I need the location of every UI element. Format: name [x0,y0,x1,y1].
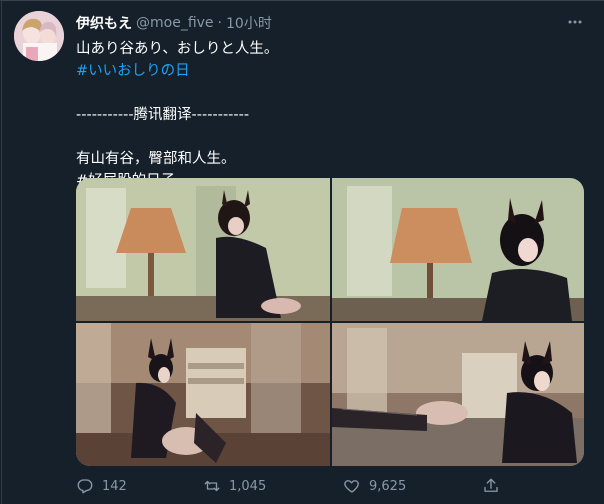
hashtag-link[interactable]: #いいおしりの日 [76,60,586,82]
retweet-button[interactable]: 1,045 [203,477,266,495]
media-photo-4[interactable] [332,323,584,466]
tweet-line: 山あり谷あり、おしりと人生。 [76,41,279,57]
media-photo-1[interactable] [76,178,330,321]
tweet-actions: 142 1,045 9,625 [76,475,506,497]
share-button[interactable] [482,477,500,495]
left-divider [1,0,2,504]
top-divider [0,0,604,1]
reply-icon [76,477,94,495]
author-display-name[interactable]: 伊织もえ [76,13,132,33]
more-options-icon[interactable] [566,15,584,29]
tweet-header: 伊织もえ @moe_five · 10小时 [76,12,272,34]
media-photo-3[interactable] [76,323,330,466]
avatar[interactable] [14,11,64,61]
reply-count: 142 [102,478,127,494]
tweet-line: 有山有谷，臀部和人生。 [76,151,236,167]
like-count: 9,625 [369,478,407,494]
tweet-timestamp[interactable]: 10小时 [226,13,272,33]
retweet-count: 1,045 [229,478,267,494]
heart-icon [343,477,361,495]
retweet-icon [203,477,221,495]
reply-button[interactable]: 142 [76,477,127,495]
share-icon [482,477,500,495]
media-grid [76,178,584,466]
tweet-line: -----------腾讯翻译----------- [76,107,250,123]
tweet-text: 山あり谷あり、おしりと人生。 #いいおしりの日 -----------腾讯翻译-… [76,38,586,192]
time-separator: · [217,15,222,31]
media-photo-2[interactable] [332,178,584,321]
author-handle[interactable]: @moe_five [136,15,214,31]
like-button[interactable]: 9,625 [343,477,406,495]
